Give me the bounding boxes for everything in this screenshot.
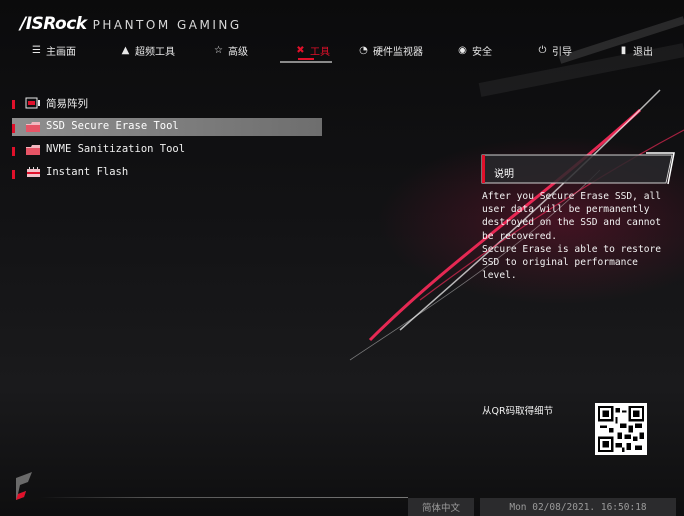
main-nav: ☰ 主画面 ▲ 超频工具 ☆ 高级 ✖ 工具 ◔ 硬件监视器 ◉ 安全 ⏻ 引导… <box>0 40 684 60</box>
tab-exit[interactable]: ▮ 退出 <box>618 40 653 60</box>
brand-name: /ISRock <box>20 14 87 34</box>
item-marker <box>12 147 15 156</box>
bios-screen: /ISRock PHANTOM GAMING ☰ 主画面 ▲ 超频工具 ☆ 高级… <box>0 0 684 516</box>
tab-label: 高级 <box>228 46 248 58</box>
asrock-logo: /ISRock PHANTOM GAMING <box>20 14 242 34</box>
tab-oc-tweaker[interactable]: ▲ 超频工具 <box>120 40 175 60</box>
tab-advanced[interactable]: ☆ 高级 <box>213 40 248 60</box>
menu-item-instant-flash[interactable]: Instant Flash <box>12 164 322 182</box>
tab-label: 工具 <box>310 46 330 58</box>
menu-item-label: NVME Sanitization Tool <box>46 143 186 155</box>
menu-item-label: 简易阵列 <box>46 98 88 110</box>
description-text: After you Secure Erase SSD, all user dat… <box>482 191 662 282</box>
system-datetime: Mon 02/08/2021. 16:50:18 <box>480 498 676 516</box>
menu-item-ssd-secure-erase[interactable]: SSD Secure Erase Tool <box>12 118 322 136</box>
tab-label: 安全 <box>472 46 492 58</box>
qr-code <box>595 403 647 455</box>
tab-label: 引导 <box>552 46 572 58</box>
tab-label: 退出 <box>633 46 653 58</box>
item-marker <box>12 100 15 109</box>
active-tab-underline <box>280 58 332 63</box>
folder-icon <box>26 145 40 155</box>
tab-label: 主画面 <box>46 46 76 58</box>
menu-item-label: SSD Secure Erase Tool <box>46 120 179 132</box>
shield-icon: ◉ <box>458 44 467 56</box>
tab-boot[interactable]: ⏻ 引导 <box>537 40 572 60</box>
menu-item-raid-installer[interactable]: 简易阵列 <box>12 94 322 112</box>
tab-label: 硬件监视器 <box>373 46 423 58</box>
star-icon: ☆ <box>214 44 223 56</box>
qr-code-label: 从QR码取得细节 <box>482 406 554 417</box>
folder-icon <box>26 122 40 132</box>
description-title: 说明 <box>494 169 514 180</box>
exit-door-icon: ▮ <box>620 44 627 56</box>
item-marker <box>12 170 15 179</box>
tab-hardware-monitor[interactable]: ◔ 硬件监视器 <box>358 40 423 60</box>
flame-icon: ▲ <box>121 44 130 56</box>
monitor-icon: ◔ <box>359 44 368 56</box>
menu-item-label: Instant Flash <box>46 166 129 178</box>
footer-divider <box>40 497 408 498</box>
menu-item-nvme-sanitization[interactable]: NVME Sanitization Tool <box>12 141 322 159</box>
header-bar: /ISRock PHANTOM GAMING ☰ 主画面 ▲ 超频工具 ☆ 高级… <box>0 0 684 63</box>
item-marker <box>12 124 15 133</box>
power-icon: ⏻ <box>538 44 547 56</box>
phantom-gaming-logo <box>16 472 32 500</box>
list-icon: ☰ <box>32 44 41 56</box>
tab-tool[interactable]: ✖ 工具 <box>295 40 330 60</box>
tab-main[interactable]: ☰ 主画面 <box>31 40 76 60</box>
tab-label: 超频工具 <box>135 46 175 58</box>
tools-icon: ✖ <box>296 44 305 56</box>
language-selector[interactable]: 简体中文 <box>408 498 474 516</box>
raid-icon <box>25 97 40 109</box>
flash-chip-icon <box>27 167 40 177</box>
tab-security[interactable]: ◉ 安全 <box>457 40 492 60</box>
brand-subtitle: PHANTOM GAMING <box>92 18 242 32</box>
